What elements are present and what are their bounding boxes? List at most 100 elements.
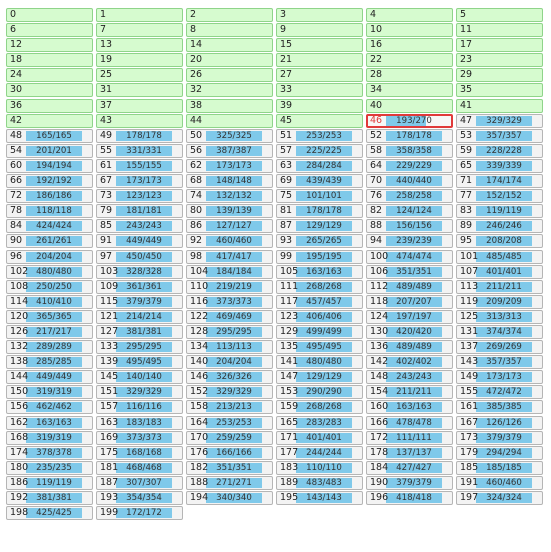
- progress-text: 425/425: [36, 508, 72, 519]
- shard-id-label: 14: [190, 39, 203, 51]
- shard-cell-107: 107 401/401: [456, 264, 543, 279]
- shard-cell-39: 39: [276, 98, 363, 113]
- shard-id-label: 47: [460, 114, 473, 126]
- progress-bar: 483/483: [296, 477, 352, 488]
- shard-id-label: 196: [370, 492, 389, 503]
- progress-bar: 207/207: [386, 296, 442, 307]
- progress-text: 268/268: [306, 281, 342, 292]
- progress-bar: 268/268: [296, 281, 352, 292]
- shard-cell-64: 64 229/229: [366, 158, 453, 173]
- shard-id-label: 80: [190, 205, 203, 217]
- shard-id-label: 76: [370, 190, 383, 202]
- progress-bar: 155/155: [116, 160, 172, 171]
- progress-bar: 478/478: [386, 417, 442, 428]
- shard-cell-177: 177 244/244: [276, 445, 363, 460]
- progress-bar: 373/373: [116, 432, 172, 443]
- progress-text: 361/361: [126, 281, 162, 292]
- shard-id-label: 163: [100, 416, 119, 428]
- progress-text: 152/152: [486, 191, 522, 202]
- progress-text: 163/163: [396, 402, 432, 413]
- shard-cell-84: 84 424/424: [6, 219, 93, 234]
- progress-bar: 163/163: [296, 266, 352, 277]
- progress-text: 469/469: [216, 311, 252, 322]
- progress-text: 118/118: [36, 206, 72, 217]
- progress-text: 472/472: [486, 387, 522, 398]
- shard-cell-113: 113 211/211: [456, 279, 543, 294]
- shard-cell-28: 28: [366, 68, 453, 83]
- progress-bar: 201/201: [26, 145, 82, 156]
- progress-bar: 139/139: [206, 206, 262, 217]
- progress-bar: 319/319: [26, 432, 82, 443]
- progress-bar: 113/113: [206, 342, 262, 353]
- progress-text: 373/373: [216, 296, 252, 307]
- progress-text: 340/340: [216, 493, 252, 503]
- progress-text: 178/178: [306, 206, 342, 217]
- shard-id-label: 185: [460, 461, 479, 473]
- shard-id-label: 81: [280, 205, 293, 217]
- shard-cell-81: 81 178/178: [276, 204, 363, 219]
- shard-id-label: 168: [10, 431, 29, 443]
- progress-bar: 354/354: [116, 493, 172, 503]
- shard-id-label: 85: [100, 220, 113, 232]
- progress-text: 402/402: [396, 357, 432, 368]
- progress-bar: 152/152: [476, 191, 532, 202]
- shard-id-label: 141: [280, 356, 299, 368]
- progress-text: 253/253: [306, 130, 342, 141]
- progress-bar: 178/178: [386, 130, 442, 141]
- shard-id-label: 11: [460, 24, 473, 36]
- shard-id-label: 24: [10, 69, 23, 81]
- progress-text: 194/194: [36, 160, 72, 171]
- progress-text: 271/271: [216, 477, 252, 488]
- shard-id-label: 139: [100, 356, 119, 368]
- shard-id-label: 173: [460, 431, 479, 443]
- shard-cell-55: 55 331/331: [96, 143, 183, 158]
- shard-id-label: 118: [370, 295, 389, 307]
- progress-text: 250/250: [36, 281, 72, 292]
- progress-bar: 295/295: [116, 342, 172, 353]
- progress-bar: 379/379: [386, 477, 442, 488]
- progress-text: 457/457: [306, 296, 342, 307]
- shard-id-label: 126: [10, 325, 29, 337]
- shard-cell-42: 42: [6, 113, 93, 128]
- progress-bar: 420/420: [386, 326, 442, 337]
- shard-id-label: 179: [460, 446, 479, 458]
- shard-cell-126: 126 217/217: [6, 324, 93, 339]
- shard-id-label: 155: [460, 386, 479, 398]
- shard-cell-74: 74 132/132: [186, 189, 273, 204]
- progress-bar: 480/480: [296, 357, 352, 368]
- progress-text: 374/374: [486, 326, 522, 337]
- shard-id-label: 16: [370, 39, 383, 51]
- shard-id-label: 87: [280, 220, 293, 232]
- progress-text: 410/410: [36, 296, 72, 307]
- progress-bar: 209/209: [476, 296, 532, 307]
- progress-bar: 449/449: [26, 372, 82, 383]
- shard-cell-136: 136 489/489: [366, 340, 453, 355]
- progress-bar: 381/381: [26, 493, 82, 503]
- progress-bar: 168/168: [116, 447, 172, 458]
- shard-id-label: 121: [100, 310, 119, 322]
- shard-cell-118: 118 207/207: [366, 294, 453, 309]
- shard-cell-19: 19: [96, 53, 183, 68]
- progress-bar: 265/265: [296, 236, 352, 247]
- shard-cell-170: 170 259/259: [186, 430, 273, 445]
- shard-cell-67: 67 173/173: [96, 174, 183, 189]
- progress-bar: 379/379: [476, 432, 532, 443]
- shard-cell-50: 50 325/325: [186, 128, 273, 143]
- shard-cell-167: 167 126/126: [456, 415, 543, 430]
- progress-bar: 217/217: [26, 326, 82, 337]
- shard-cell-122: 122 469/469: [186, 309, 273, 324]
- progress-bar: 285/285: [26, 357, 82, 368]
- shard-cell-127: 127 381/381: [96, 324, 183, 339]
- shard-id-label: 143: [460, 356, 479, 368]
- shard-id-label: 58: [370, 144, 383, 156]
- shard-id-label: 146: [190, 371, 209, 383]
- shard-cell-132: 132 289/289: [6, 340, 93, 355]
- shard-cell-12: 12: [6, 38, 93, 53]
- shard-cell-154: 154 211/211: [366, 385, 453, 400]
- progress-text: 166/166: [216, 447, 252, 458]
- progress-text: 124/124: [396, 206, 432, 217]
- shard-cell-133: 133 295/295: [96, 340, 183, 355]
- progress-text: 111/111: [396, 432, 432, 443]
- progress-bar: 166/166: [206, 447, 262, 458]
- shard-cell-99: 99 195/195: [276, 249, 363, 264]
